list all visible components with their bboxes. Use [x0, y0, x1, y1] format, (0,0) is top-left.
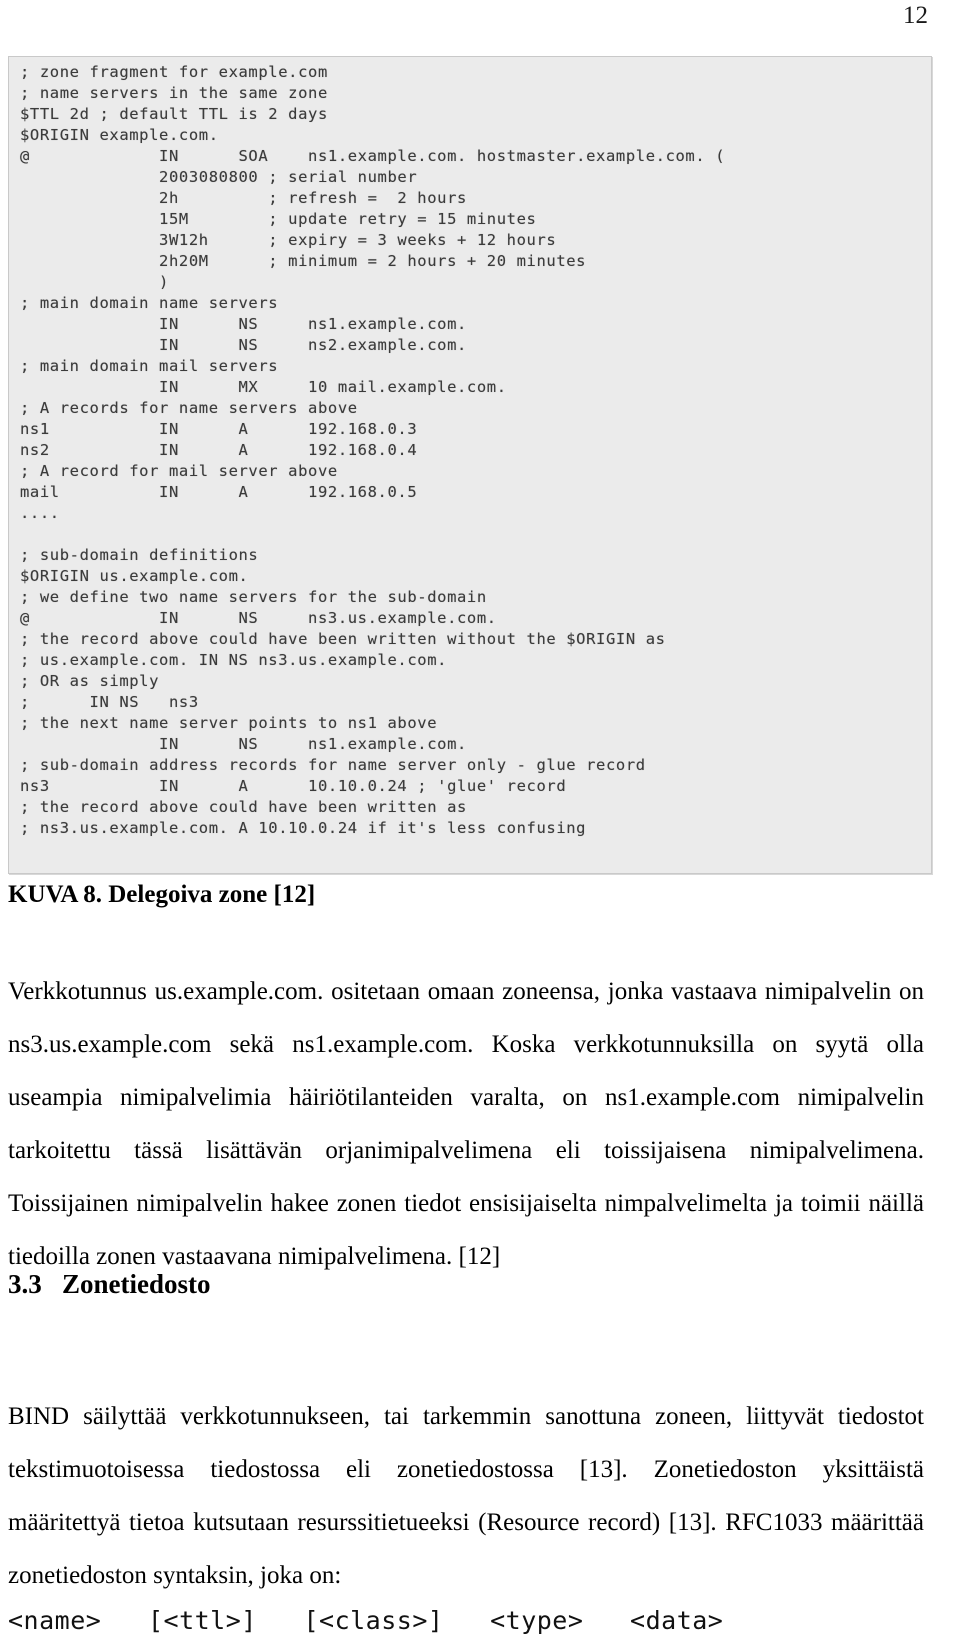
- body-paragraph-2: BIND säilyttää verkkotunnukseen, tai tar…: [8, 1403, 924, 1589]
- section-heading-zonetiedosto: 3.3 Zonetiedosto: [8, 1269, 211, 1300]
- figure-caption: KUVA 8. Delegoiva zone [12]: [8, 881, 316, 908]
- zone-file-code-listing: ; zone fragment for example.com ; name s…: [20, 63, 726, 837]
- figure-dns-zone-file: ; zone fragment for example.com ; name s…: [8, 56, 932, 874]
- body-paragraph-1: Verkkotunnus us.example.com. ositetaan o…: [8, 978, 924, 1270]
- resource-record-syntax-line: <name> [<ttl>] [<class>] <type> <data>: [8, 1606, 724, 1635]
- page-number: 12: [903, 2, 928, 29]
